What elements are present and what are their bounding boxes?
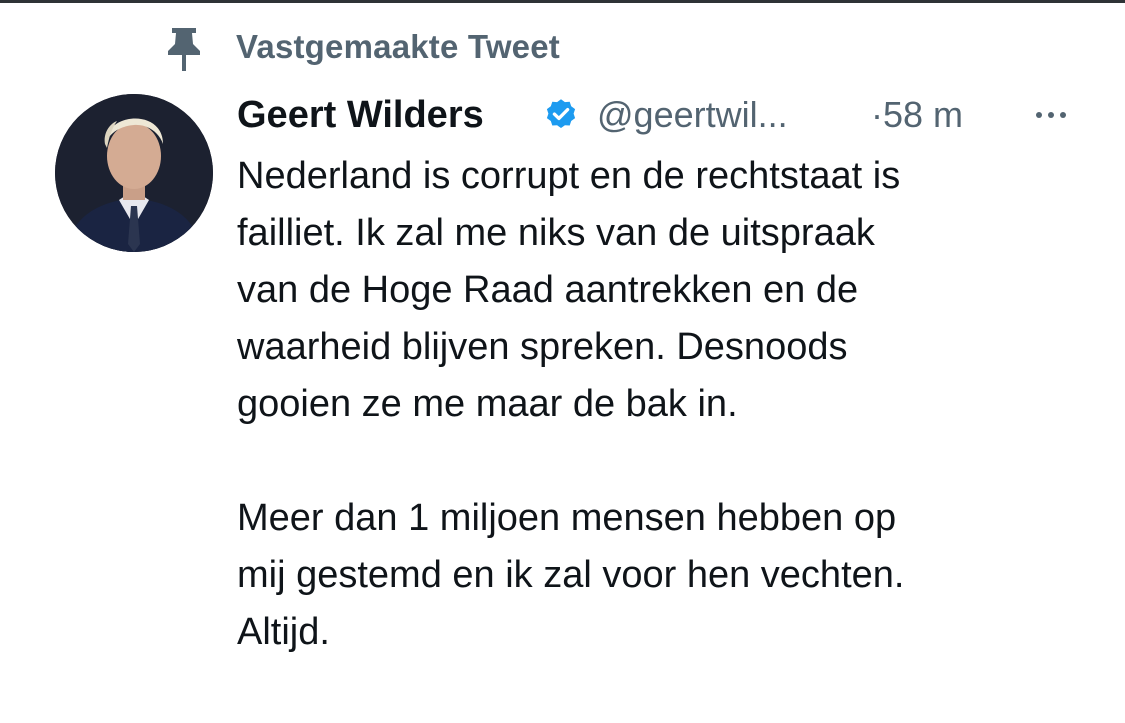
pinned-indicator: Vastgemaakte Tweet (166, 24, 560, 74)
tweet-text: Nederland is corrupt en de rechtstaat is… (237, 148, 1107, 661)
more-options-icon[interactable] (1027, 100, 1075, 130)
author-display-name[interactable]: Geert Wilders (237, 90, 484, 140)
author-handle[interactable]: @geertwil... (597, 90, 788, 140)
tweet-paragraph-2: Meer dan 1 miljoen mensen hebben op mij … (237, 490, 1107, 661)
tweet-paragraph-1: Nederland is corrupt en de rechtstaat is… (237, 148, 1107, 433)
top-divider (0, 0, 1125, 3)
tweet-line: waarheid blijven spreken. Desnoods (237, 326, 848, 368)
tweet-line: Altijd. (237, 611, 330, 653)
pinned-label: Vastgemaakte Tweet (236, 28, 560, 65)
avatar[interactable] (55, 94, 213, 252)
tweet-line: mij gestemd en ik zal voor hen vechten. (237, 554, 905, 596)
tweet-line: van de Hoge Raad aantrekken en de (237, 269, 859, 311)
tweet-timestamp[interactable]: ·58 m (871, 90, 963, 140)
tweet-line: Nederland is corrupt en de rechtstaat is (237, 155, 901, 197)
tweet-line: gooien ze me maar de bak in. (237, 383, 738, 425)
verified-badge-icon (543, 97, 579, 133)
tweet-header: Geert Wilders @geertwil... ·58 m (237, 90, 1097, 140)
tweet-line: Meer dan 1 miljoen mensen hebben op (237, 497, 897, 539)
tweet-line: failliet. Ik zal me niks van de uitspraa… (237, 212, 875, 254)
pin-icon (166, 24, 202, 74)
